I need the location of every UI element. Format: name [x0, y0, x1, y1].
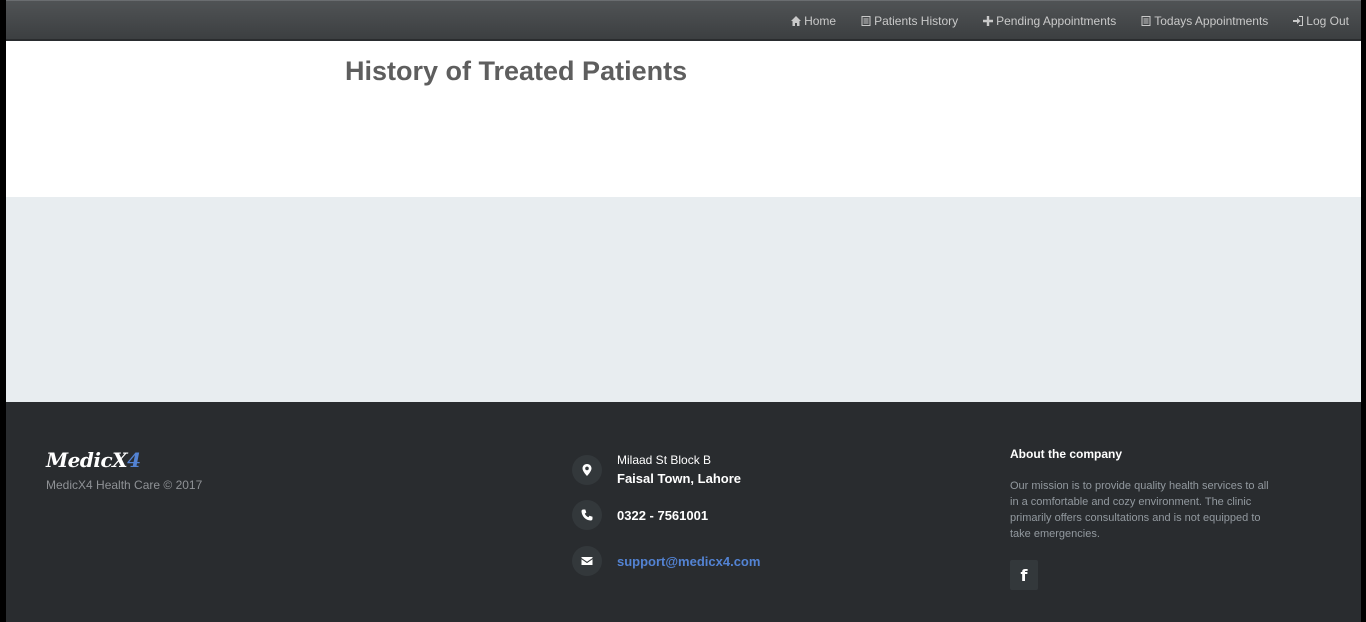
envelope-icon [572, 546, 602, 576]
nav-item-label: Log Out [1306, 14, 1349, 28]
list-icon [1141, 16, 1151, 26]
phone-row: 0322 - 7561001 [572, 500, 708, 530]
nav-menu: Home Patients History Pending Appointmen… [766, 1, 1349, 41]
address-row: Milaad St Block B Faisal Town, Lahore [572, 453, 741, 486]
nav-item-todays-appointments[interactable]: Todays Appointments [1140, 14, 1268, 28]
content-band [6, 197, 1361, 402]
nav-item-log-out[interactable]: Log Out [1292, 14, 1349, 28]
home-icon [791, 16, 802, 26]
map-marker-icon [572, 454, 602, 485]
top-navbar: Home Patients History Pending Appointmen… [6, 0, 1361, 40]
medicx4-logo: MedicX4 [46, 448, 141, 472]
facebook-icon: f [1020, 565, 1028, 585]
logout-icon [1293, 16, 1304, 26]
footer: MedicX4 MedicX4 Health Care © 2017 Milaa… [6, 402, 1361, 622]
address-line-2: Faisal Town, Lahore [617, 471, 742, 486]
nav-item-pending-appointments[interactable]: Pending Appointments [982, 14, 1116, 28]
page-frame: Home Patients History Pending Appointmen… [6, 0, 1361, 622]
email-link[interactable]: support@medicx4.com [617, 554, 760, 569]
nav-item-home[interactable]: Home [790, 14, 836, 28]
nav-item-label: Pending Appointments [996, 14, 1117, 28]
nav-item-patients-history[interactable]: Patients History [860, 14, 958, 28]
plus-icon [983, 16, 994, 26]
copyright-text: MedicX4 Health Care © 2017 [46, 478, 203, 492]
list-icon [861, 16, 871, 26]
nav-item-label: Todays Appointments [1154, 14, 1269, 28]
address-line-1: Milaad St Block B [617, 453, 712, 467]
main-content: History of Treated Patients [6, 41, 1361, 197]
phone-number: 0322 - 7561001 [617, 507, 709, 523]
about-text: Our mission is to provide quality health… [1010, 480, 1269, 540]
nav-item-label: Patients History [874, 14, 959, 28]
phone-icon [572, 500, 602, 530]
page-title: History of Treated Patients [345, 56, 688, 86]
logo-accent: 4 [127, 448, 141, 472]
email-row: support@medicx4.com [572, 546, 760, 576]
nav-item-label: Home [804, 14, 837, 28]
facebook-button[interactable]: f [1010, 560, 1038, 590]
about-heading: About the company [1010, 447, 1123, 461]
logo-text: MedicX [46, 448, 128, 472]
address-block: Milaad St Block B Faisal Town, Lahore [617, 453, 741, 486]
